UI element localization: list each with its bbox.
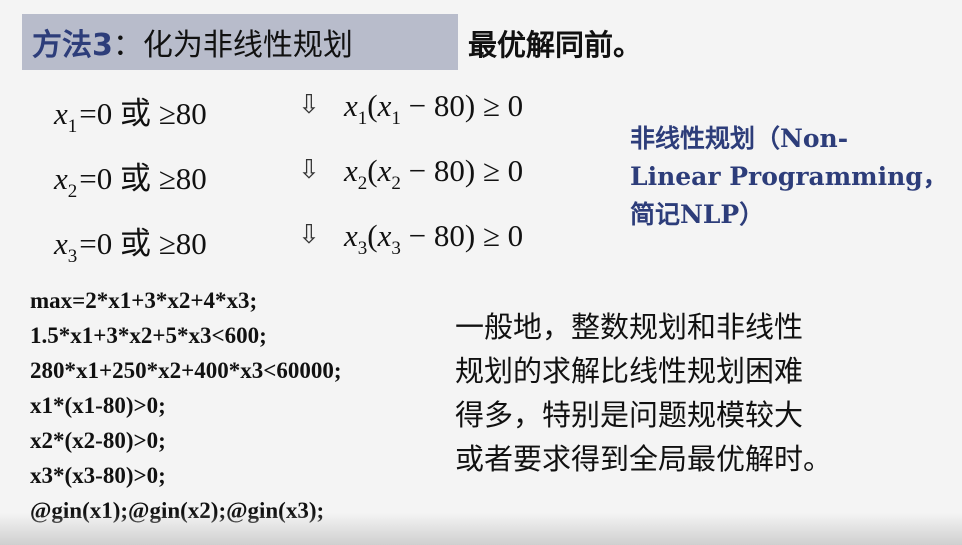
inequality-row: x3(x3 − 80) ≥ 0 — [344, 218, 524, 259]
condition-row: x1=0 或 ≥80 — [54, 96, 207, 137]
condition-row: x3=0 或 ≥80 — [54, 226, 207, 267]
code-line: x3*(x3-80)>0; — [30, 463, 166, 488]
inequality-row: x2(x2 − 80) ≥ 0 — [344, 153, 524, 194]
nlp-definition: 非线性规划（Non- Linear Programming， 简记NLP） — [630, 120, 950, 234]
remark-line: 规划的求解比线性规划困难 — [455, 354, 804, 388]
remark-paragraph: 一般地，整数规划和非线性 规划的求解比线性规划困难 得多，特别是问题规模较大 或… — [455, 305, 845, 481]
optimal-note: 最优解同前。 — [468, 28, 643, 62]
code-line: 1.5*x1+3*x2+5*x3<600; — [30, 323, 267, 348]
method-title: ：化为非线性规划 — [112, 28, 353, 63]
remark-line: 得多，特别是问题规模较大 — [455, 398, 804, 432]
remark-line: 一般地，整数规划和非线性 — [455, 310, 804, 344]
code-line: x2*(x2-80)>0; — [30, 428, 166, 453]
code-line: 280*x1+250*x2+400*x3<60000; — [30, 358, 342, 383]
method-label: 方法3 — [32, 28, 113, 63]
implies-arrow-icon: ⇩ — [298, 220, 320, 250]
lingo-code-block: max=2*x1+3*x2+4*x3; 1.5*x1+3*x2+5*x3<600… — [30, 283, 341, 528]
nlp-line: Linear Programming， — [630, 162, 948, 191]
method-title-box: 方法3 ：化为非线性规划 — [22, 14, 458, 70]
remark-line: 或者要求得到全局最优解时。 — [455, 442, 833, 476]
bottom-shadow — [0, 513, 962, 545]
implies-arrow-icon: ⇩ — [298, 90, 320, 120]
implies-arrow-icon: ⇩ — [298, 155, 320, 185]
code-line: x1*(x1-80)>0; — [30, 393, 166, 418]
condition-row: x2=0 或 ≥80 — [54, 161, 207, 202]
code-line: max=2*x1+3*x2+4*x3; — [30, 288, 258, 313]
nlp-line: 简记NLP） — [630, 200, 765, 229]
inequality-row: x1(x1 − 80) ≥ 0 — [344, 88, 524, 129]
nlp-line: 非线性规划（Non- — [630, 124, 849, 153]
